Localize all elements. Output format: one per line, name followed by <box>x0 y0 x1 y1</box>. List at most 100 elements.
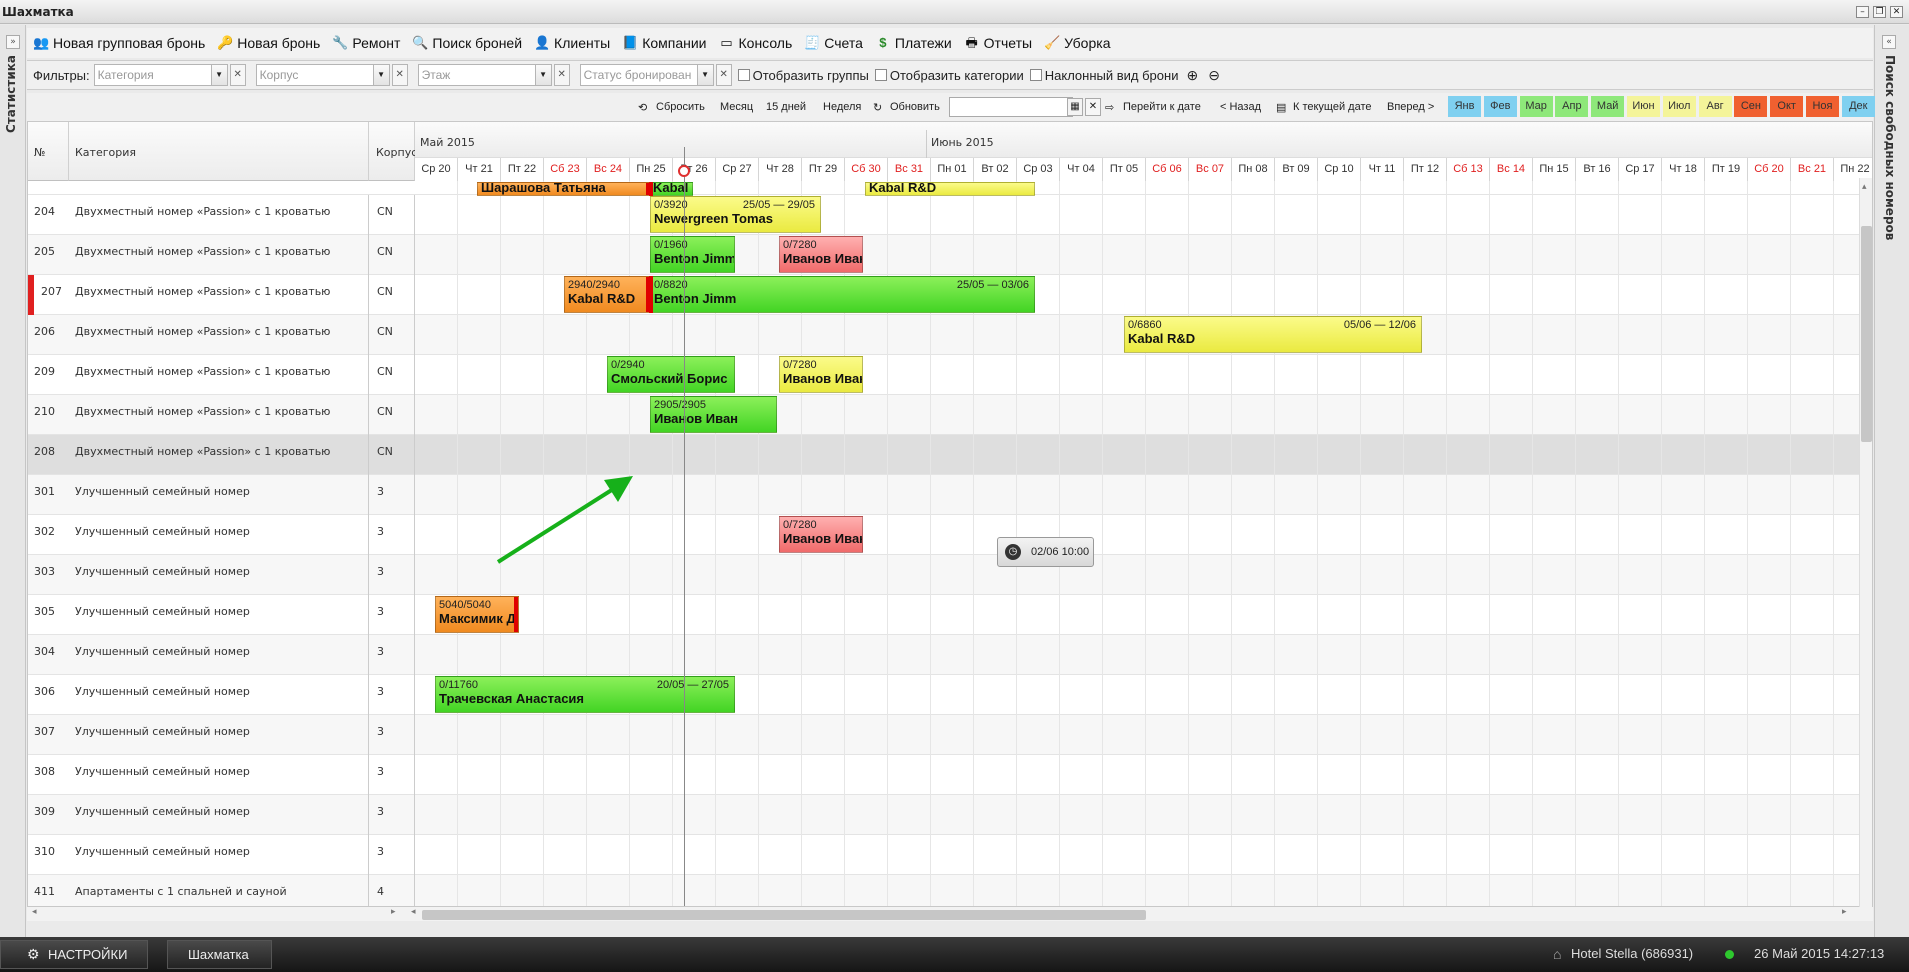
table-row[interactable]: 209 Двухместный номер «Passion» с 1 крова… <box>28 355 1872 395</box>
col-header-number[interactable]: № <box>28 122 69 181</box>
booking-bar[interactable]: Kabal <box>649 182 693 196</box>
scroll-left-icon[interactable]: ◂ <box>411 907 416 917</box>
booking-bar[interactable]: 0/1960 Benton Jimm <box>650 236 735 273</box>
refresh-icon[interactable]: ↻ <box>873 101 882 114</box>
toolbar-item-dollar[interactable]: $ Платежи <box>875 35 951 51</box>
checkbox-icon[interactable] <box>874 69 887 81</box>
col-header-category[interactable]: Категория <box>69 122 369 181</box>
table-row[interactable]: 210 Двухместный номер «Passion» с 1 крова… <box>28 395 1872 435</box>
toolbar-item-broom[interactable]: 🧹 Уборка <box>1044 35 1110 51</box>
forward-button[interactable]: Вперед > <box>1387 101 1434 113</box>
month-button-11[interactable]: Ноя <box>1806 96 1839 117</box>
goto-date-icon[interactable]: ⇨ <box>1105 101 1114 114</box>
toolbar-item-window[interactable]: ▭ Консоль <box>719 35 792 51</box>
tilted-view-checkbox[interactable]: Наклонный вид брони <box>1029 68 1178 83</box>
reset-button[interactable]: Сбросить <box>656 101 705 113</box>
toolbar-item-users[interactable]: 👤 Клиенты <box>534 35 610 51</box>
taskbar-tab-chessboard[interactable]: Шахматка <box>167 940 272 969</box>
table-row[interactable]: 306 Улучшенный семейный номер 3 <box>28 675 1872 715</box>
booking-bar[interactable]: Kabal R&D <box>865 182 1035 196</box>
left-horizontal-scrollbar[interactable]: ◂ ▸ <box>27 907 402 921</box>
scroll-thumb[interactable] <box>422 910 1146 920</box>
month-button[interactable]: Месяц <box>720 101 753 113</box>
back-button[interactable]: < Назад <box>1220 101 1261 113</box>
month-button-1[interactable]: Янв <box>1448 96 1481 117</box>
week-button[interactable]: Неделя <box>823 101 861 113</box>
table-row[interactable]: 309 Улучшенный семейный номер 3 <box>28 795 1872 835</box>
booking-bar[interactable]: 0/3920 Newergreen Tomas 25/05 — 29/05 <box>650 196 821 233</box>
table-row[interactable]: 208 Двухместный номер «Passion» с 1 крова… <box>28 435 1872 475</box>
checkbox-icon[interactable] <box>1029 69 1042 81</box>
chevron-down-icon[interactable]: ▼ <box>211 64 228 86</box>
date-input[interactable] <box>949 97 1073 117</box>
toolbar-item-search[interactable]: 🔍 Поиск броней <box>412 35 522 51</box>
status-filter[interactable]: Статус бронирован ▼ ✕ <box>579 64 732 86</box>
clear-icon[interactable]: ✕ <box>715 64 732 86</box>
15days-button[interactable]: 15 дней <box>766 101 806 113</box>
status-filter-input[interactable]: Статус бронирован <box>579 64 698 86</box>
table-row[interactable]: 301 Улучшенный семейный номер 3 <box>28 475 1872 515</box>
building-filter-input[interactable]: Корпус <box>255 64 374 86</box>
booking-bar[interactable]: 2940/2940 Kabal R&D <box>564 276 651 313</box>
booking-bar[interactable]: 5040/5040 Максимик Д <box>435 596 519 633</box>
table-row[interactable]: 310 Улучшенный семейный номер 3 <box>28 835 1872 875</box>
minimize-icon[interactable]: – <box>1856 6 1869 18</box>
clear-icon[interactable]: ✕ <box>553 64 570 86</box>
table-row[interactable]: 205 Двухместный номер «Passion» с 1 крова… <box>28 235 1872 275</box>
toolbar-item-printer[interactable]: 🖶 Отчеты <box>964 35 1033 51</box>
booking-bar[interactable]: 0/7280 Иванов Иван <box>779 236 863 273</box>
expand-left-icon[interactable]: » <box>6 35 20 49</box>
zoom-out-icon[interactable]: ⊖ <box>1208 67 1220 84</box>
table-row[interactable]: 307 Улучшенный семейный номер 3 <box>28 715 1872 755</box>
table-row[interactable]: 303 Улучшенный семейный номер 3 <box>28 555 1872 595</box>
chevron-down-icon[interactable]: ▼ <box>535 64 552 86</box>
toolbar-item-book[interactable]: 📘 Компании <box>622 35 706 51</box>
left-panel-statistics[interactable] <box>0 25 26 937</box>
month-button-4[interactable]: Апр <box>1555 96 1589 117</box>
table-row[interactable]: 302 Улучшенный семейный номер 3 <box>28 515 1872 555</box>
month-button-6[interactable]: Июн <box>1627 96 1660 117</box>
booking-bar[interactable]: 2905/2905 Иванов Иван <box>650 396 777 433</box>
building-filter[interactable]: Корпус ▼ ✕ <box>255 64 408 86</box>
floor-filter[interactable]: Этаж ▼ ✕ <box>417 64 570 86</box>
booking-bar[interactable]: 0/7280 Иванов Иван <box>779 516 863 553</box>
month-button-12[interactable]: Дек <box>1841 96 1875 117</box>
zoom-in-icon[interactable]: ⊕ <box>1186 67 1198 84</box>
booking-bar[interactable]: 0/7280 Иванов Иван <box>779 356 863 393</box>
show-categories-checkbox[interactable]: Отобразить категории <box>874 68 1024 83</box>
clear-icon[interactable]: ✕ <box>229 64 246 86</box>
month-button-8[interactable]: Авг <box>1698 96 1732 117</box>
horizontal-scrollbar[interactable]: ◂ ▸ <box>402 907 1873 921</box>
table-row[interactable]: 204 Двухместный номер «Passion» с 1 крова… <box>28 195 1872 235</box>
reset-icon[interactable]: ⟲ <box>638 101 647 114</box>
month-button-5[interactable]: Май <box>1591 96 1625 117</box>
vertical-scrollbar[interactable]: ▴ <box>1859 178 1872 907</box>
show-groups-checkbox[interactable]: Отобразить группы <box>737 68 869 83</box>
table-row[interactable]: 308 Улучшенный семейный номер 3 <box>28 755 1872 795</box>
today-icon[interactable]: ▤ <box>1276 101 1286 114</box>
category-filter[interactable]: Категория ▼ ✕ <box>93 64 246 86</box>
chevron-down-icon[interactable]: ▼ <box>697 64 714 86</box>
close-icon[interactable]: ✕ <box>1890 6 1903 18</box>
today-button[interactable]: К текущей дате <box>1293 101 1372 113</box>
settings-button[interactable]: ⚙ НАСТРОЙКИ <box>0 940 148 969</box>
table-row[interactable]: 304 Улучшенный семейный номер 3 <box>28 635 1872 675</box>
table-row[interactable]: 206 Двухместный номер «Passion» с 1 крова… <box>28 315 1872 355</box>
month-button-2[interactable]: Фев <box>1483 96 1517 117</box>
col-header-building[interactable]: Корпус <box>369 122 417 181</box>
month-button-10[interactable]: Окт <box>1770 96 1804 117</box>
scroll-right-icon[interactable]: ▸ <box>1842 907 1847 917</box>
toolbar-item-invoice[interactable]: 🧾 Счета <box>804 35 863 51</box>
booking-bar[interactable]: 0/8820 Benton Jimm 25/05 — 03/06 <box>650 276 1035 313</box>
table-row[interactable]: 411 Апартаменты с 1 спальней и сауной 4 <box>28 875 1872 906</box>
chevron-down-icon[interactable]: ▼ <box>373 64 390 86</box>
month-button-3[interactable]: Мар <box>1519 96 1553 117</box>
category-filter-input[interactable]: Категория <box>93 64 212 86</box>
toolbar-item-key[interactable]: 🔑 Новая бронь <box>217 35 320 51</box>
checkbox-icon[interactable] <box>737 69 750 81</box>
booking-bar[interactable]: Шарашова Татьяна <box>477 182 651 196</box>
toolbar-item-wrench[interactable]: 🔧 Ремонт <box>332 35 400 51</box>
expand-right-icon[interactable]: « <box>1882 35 1896 49</box>
restore-icon[interactable]: ❐ <box>1873 6 1886 18</box>
month-button-7[interactable]: Июл <box>1662 96 1696 117</box>
